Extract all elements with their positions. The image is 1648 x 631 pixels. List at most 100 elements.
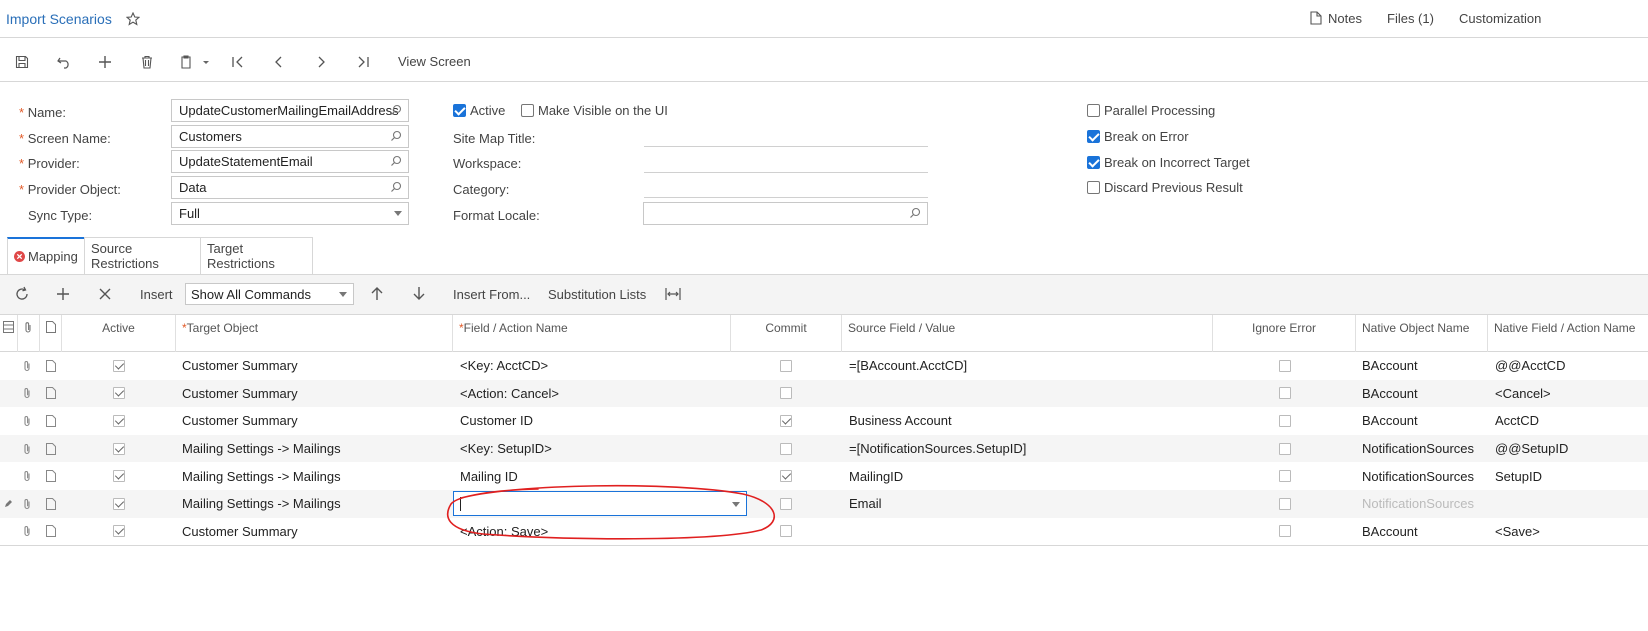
name-field[interactable]: UpdateCustomerMailingEmailAddress: [171, 99, 409, 122]
commit-cell-checkbox[interactable]: [780, 407, 794, 435]
arrow-down-icon[interactable]: [412, 286, 426, 301]
sync-type-select[interactable]: Full: [171, 202, 409, 225]
search-icon[interactable]: [390, 155, 402, 167]
target-object-cell[interactable]: Mailing Settings -> Mailings: [182, 462, 450, 490]
parallel-processing-row[interactable]: Parallel Processing: [1087, 103, 1215, 118]
tab-source-restrictions[interactable]: Source Restrictions: [84, 237, 201, 274]
commit-cell-checkbox[interactable]: [780, 352, 794, 380]
active-column-header[interactable]: Active: [62, 315, 176, 352]
table-row[interactable]: Mailing Settings -> Mailings <Key: SetupI…: [0, 434, 1648, 463]
active-cell-checkbox[interactable]: [113, 490, 127, 518]
attachment-icon[interactable]: [22, 518, 36, 546]
last-record-icon[interactable]: [352, 54, 374, 70]
break-on-error-checkbox[interactable]: [1087, 130, 1100, 143]
commit-column-header[interactable]: Commit: [731, 315, 842, 352]
previous-record-icon[interactable]: [268, 54, 290, 70]
table-row[interactable]: Mailing Settings -> Mailings Mailing ID Ma…: [0, 462, 1648, 490]
field-action-cell[interactable]: Customer ID: [460, 407, 728, 435]
arrow-up-icon[interactable]: [370, 286, 384, 301]
note-icon[interactable]: [46, 352, 60, 380]
source-field-cell[interactable]: Business Account: [849, 407, 1209, 435]
notes-link[interactable]: Notes: [1328, 11, 1362, 26]
ignore-error-cell-checkbox[interactable]: [1279, 518, 1293, 546]
target-object-column-header[interactable]: *Target Object: [176, 315, 453, 352]
field-action-cell[interactable]: <Action: Cancel>: [460, 380, 728, 408]
search-icon[interactable]: [390, 181, 402, 193]
table-row[interactable]: Mailing Settings -> Mailings Email Notific…: [0, 490, 1648, 518]
note-icon[interactable]: [46, 518, 60, 546]
attachment-icon[interactable]: [22, 490, 36, 518]
field-action-column-header[interactable]: *Field / Action Name: [453, 315, 731, 352]
tab-mapping[interactable]: Mapping: [7, 237, 85, 274]
refresh-icon[interactable]: [14, 286, 30, 302]
source-field-cell[interactable]: Email: [849, 490, 1209, 518]
substitution-lists-button[interactable]: Substitution Lists: [548, 287, 646, 302]
save-icon[interactable]: [11, 54, 33, 70]
screen-name-field[interactable]: Customers: [171, 125, 409, 148]
ignore-error-cell-checkbox[interactable]: [1279, 435, 1293, 463]
ignore-error-cell-checkbox[interactable]: [1279, 407, 1293, 435]
note-icon[interactable]: [46, 435, 60, 463]
table-row[interactable]: Customer Summary <Key: AcctCD> =[BAccount.…: [0, 352, 1648, 380]
target-object-cell[interactable]: Customer Summary: [182, 518, 450, 546]
first-record-icon[interactable]: [227, 54, 249, 70]
discard-previous-result-row[interactable]: Discard Previous Result: [1087, 180, 1243, 195]
source-field-cell[interactable]: MailingID: [849, 462, 1209, 490]
command-filter-select[interactable]: Show All Commands: [185, 283, 354, 305]
commit-cell-checkbox[interactable]: [780, 435, 794, 463]
provider-object-field[interactable]: Data: [171, 176, 409, 199]
active-cell-checkbox[interactable]: [113, 407, 127, 435]
source-field-column-header[interactable]: Source Field / Value: [842, 315, 1213, 352]
undo-icon[interactable]: [53, 54, 75, 70]
attachment-icon[interactable]: [22, 407, 36, 435]
files-link[interactable]: Files (1): [1387, 11, 1434, 26]
attachment-icon[interactable]: [22, 352, 36, 380]
source-field-cell[interactable]: =[NotificationSources.SetupID]: [849, 435, 1209, 463]
delete-icon[interactable]: [136, 54, 158, 70]
source-field-cell[interactable]: =[BAccount.AcctCD]: [849, 352, 1209, 380]
customization-link[interactable]: Customization: [1459, 11, 1541, 26]
active-cell-checkbox[interactable]: [113, 435, 127, 463]
active-cell-checkbox[interactable]: [113, 380, 127, 408]
break-on-incorrect-target-checkbox[interactable]: [1087, 156, 1100, 169]
insert-button[interactable]: Insert: [140, 287, 173, 302]
commit-cell-checkbox[interactable]: [780, 380, 794, 408]
add-row-icon[interactable]: [56, 287, 70, 301]
note-icon[interactable]: [46, 462, 60, 490]
add-icon[interactable]: [94, 54, 116, 70]
target-object-cell[interactable]: Customer Summary: [182, 380, 450, 408]
active-checkbox-row[interactable]: Active: [453, 103, 505, 118]
field-action-cell[interactable]: <Key: AcctCD>: [460, 352, 728, 380]
format-locale-field[interactable]: [643, 202, 928, 225]
active-cell-checkbox[interactable]: [113, 352, 127, 380]
attachment-icon[interactable]: [22, 435, 36, 463]
native-field-column-header[interactable]: Native Field / Action Name: [1488, 315, 1648, 352]
view-screen-button[interactable]: View Screen: [398, 54, 471, 69]
source-field-cell[interactable]: [849, 518, 1209, 546]
ignore-error-cell-checkbox[interactable]: [1279, 380, 1293, 408]
discard-previous-result-checkbox[interactable]: [1087, 181, 1100, 194]
ignore-error-cell-checkbox[interactable]: [1279, 462, 1293, 490]
insert-from-button[interactable]: Insert From...: [453, 287, 530, 302]
search-icon[interactable]: [390, 104, 402, 116]
active-cell-checkbox[interactable]: [113, 518, 127, 546]
attachment-icon[interactable]: [22, 462, 36, 490]
favorite-star-icon[interactable]: [126, 12, 140, 26]
attachment-icon[interactable]: [22, 380, 36, 408]
note-icon[interactable]: [46, 407, 60, 435]
target-object-cell[interactable]: Customer Summary: [182, 407, 450, 435]
fit-columns-icon[interactable]: [665, 287, 681, 301]
ignore-error-column-header[interactable]: Ignore Error: [1213, 315, 1356, 352]
active-cell-checkbox[interactable]: [113, 462, 127, 490]
note-icon[interactable]: [46, 490, 60, 518]
field-action-cell[interactable]: <Key: SetupID>: [460, 435, 728, 463]
table-row[interactable]: Customer Summary <Action: Cancel> BAccount…: [0, 379, 1648, 408]
make-visible-checkbox[interactable]: [521, 104, 534, 117]
target-object-cell[interactable]: Mailing Settings -> Mailings: [182, 490, 450, 518]
break-on-error-row[interactable]: Break on Error: [1087, 129, 1189, 144]
next-record-icon[interactable]: [310, 54, 332, 70]
target-object-cell[interactable]: Mailing Settings -> Mailings: [182, 435, 450, 463]
parallel-processing-checkbox[interactable]: [1087, 104, 1100, 117]
table-row[interactable]: Customer Summary Customer ID Business Acco…: [0, 407, 1648, 435]
clipboard-menu-icon[interactable]: [178, 54, 214, 70]
